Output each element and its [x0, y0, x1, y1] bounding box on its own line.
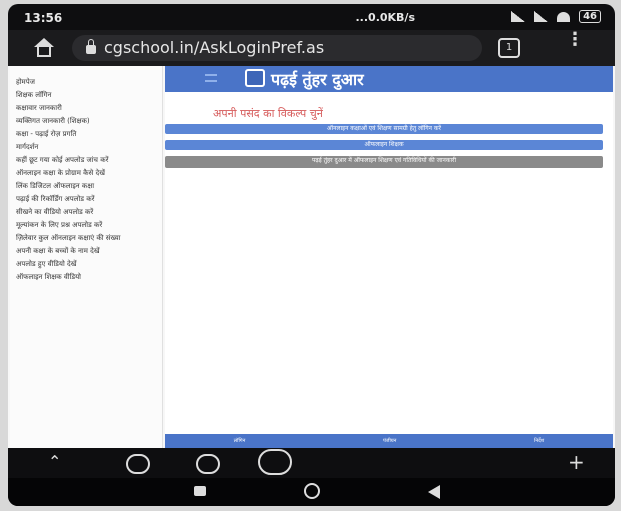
url-text: cgschool.in/AskLoginPref.as: [104, 38, 325, 57]
sidebar-item-personal-info[interactable]: व्यक्तिगत जानकारी (शिक्षक): [10, 117, 162, 126]
bottom-nav: लॉगिन पंजीयन निर्देश: [165, 434, 613, 448]
offline-info-option[interactable]: पढ़ई तुंहर दुआर में ऑफलाइन शिक्षण एवं गत…: [165, 156, 603, 168]
choose-option-heading: अपनी पसंद का विकल्प चुनें: [213, 107, 323, 120]
sidebar-item-home[interactable]: होमपेज: [10, 78, 162, 87]
online-login-option[interactable]: ऑनलाइन कक्षाओं एवं शिक्षण सामग्री हेतु ल…: [165, 124, 603, 134]
bottom-nav-instructions[interactable]: निर्देश: [534, 438, 544, 444]
sidebar-item-daily-progress[interactable]: कक्षा - पढ़ाई रोज़ प्रगति: [10, 130, 162, 139]
home-base-shape: [37, 47, 51, 57]
signal-icon: [511, 11, 526, 22]
home-button-icon[interactable]: [304, 483, 320, 499]
status-bar: 13:56 ...0.0KB/s 46: [8, 4, 615, 30]
bottom-nav-register[interactable]: पंजीयन: [383, 438, 397, 444]
offline-teacher-option[interactable]: ऑफलाइन शिक्षक: [165, 140, 603, 150]
sidebar-item-guidance[interactable]: मार्गदर्शन: [10, 143, 162, 152]
sidebar-item-offline-teacher-video[interactable]: ऑफलाइन शिक्षक वीडियो: [10, 273, 162, 282]
sidebar-item-upload-recording[interactable]: पढ़ाई की रिकॉर्डिंग अपलोड करें: [10, 195, 162, 204]
signal-icon-2: [534, 11, 549, 22]
app-icon-3[interactable]: [258, 449, 292, 475]
sidebar-item-district-count[interactable]: ज़िलेवार कुल ऑनलाइन कक्षाएं की संख्या: [10, 234, 162, 243]
url-field[interactable]: cgschool.in/AskLoginPref.as: [72, 35, 482, 61]
web-content: होमपेज शिक्षक लॉगिन कक्षावार जानकारी व्य…: [8, 66, 615, 448]
plus-icon[interactable]: +: [568, 450, 585, 474]
site-title: पढ़ई तुंहर दुआर: [271, 70, 364, 89]
battery-icon: 46: [579, 10, 601, 23]
app-icon-2[interactable]: [196, 454, 220, 474]
tabs-switcher-icon[interactable]: 1: [498, 38, 520, 58]
status-time: 13:56: [24, 11, 63, 25]
hamburger-menu-icon[interactable]: [205, 74, 217, 82]
sidebar-item-student-names[interactable]: अपनी कक्षा के बच्चों के नाम देखें: [10, 247, 162, 256]
sidebar-item-class-info[interactable]: कक्षावार जानकारी: [10, 104, 162, 113]
sidebar-item-online-programs[interactable]: ऑनलाइन कक्षा के प्रोग्राम कैसे देखें: [10, 169, 162, 178]
status-net-speed: ...0.0KB/s: [355, 11, 416, 24]
chevron-up-icon[interactable]: ⌃: [48, 452, 61, 471]
site-banner: पढ़ई तुंहर दुआर: [165, 66, 613, 92]
main-panel: पढ़ई तुंहर दुआर अपनी पसंद का विकल्प चुने…: [165, 66, 613, 448]
wifi-icon: [557, 11, 571, 22]
sidebar-item-upload-video[interactable]: सीखने का वीडियो अपलोड करें: [10, 208, 162, 217]
app-tray: ⌃ +: [8, 448, 615, 478]
lock-icon: [86, 39, 96, 54]
app-icon-1[interactable]: [126, 454, 150, 474]
sidebar-item-upload-questions[interactable]: मूल्यांकन के लिए प्रश्न अपलोड करें: [10, 221, 162, 230]
overflow-menu-icon[interactable]: ⋮: [566, 31, 584, 49]
photo-background: 13:56 ...0.0KB/s 46 cgschool.in/AskLogin…: [0, 0, 621, 511]
status-icons: 46: [511, 10, 601, 23]
sidebar-item-link-offline[interactable]: लिंक डिजिटल ऑफलाइन कक्षा: [10, 182, 162, 191]
recent-apps-icon[interactable]: [194, 486, 206, 496]
sidebar-item-teacher-login[interactable]: शिक्षक लॉगिन: [10, 91, 162, 100]
site-logo-icon: [245, 69, 265, 87]
bottom-nav-login[interactable]: लॉगिन: [234, 438, 246, 444]
home-roof-shape: [34, 38, 54, 47]
back-icon[interactable]: [428, 485, 440, 499]
sidebar-item-upload-check[interactable]: कहीं छूट गया कोई अपलोड जांच करें: [10, 156, 162, 165]
phone-screen: 13:56 ...0.0KB/s 46 cgschool.in/AskLogin…: [8, 4, 615, 506]
android-nav-bar: [8, 478, 615, 506]
sidebar: होमपेज शिक्षक लॉगिन कक्षावार जानकारी व्य…: [10, 66, 163, 448]
browser-address-bar: cgschool.in/AskLoginPref.as 1 ⋮: [8, 30, 615, 66]
sidebar-item-uploaded-videos[interactable]: अपलोड हुए वीडियो देखें: [10, 260, 162, 269]
home-icon[interactable]: [34, 38, 54, 58]
